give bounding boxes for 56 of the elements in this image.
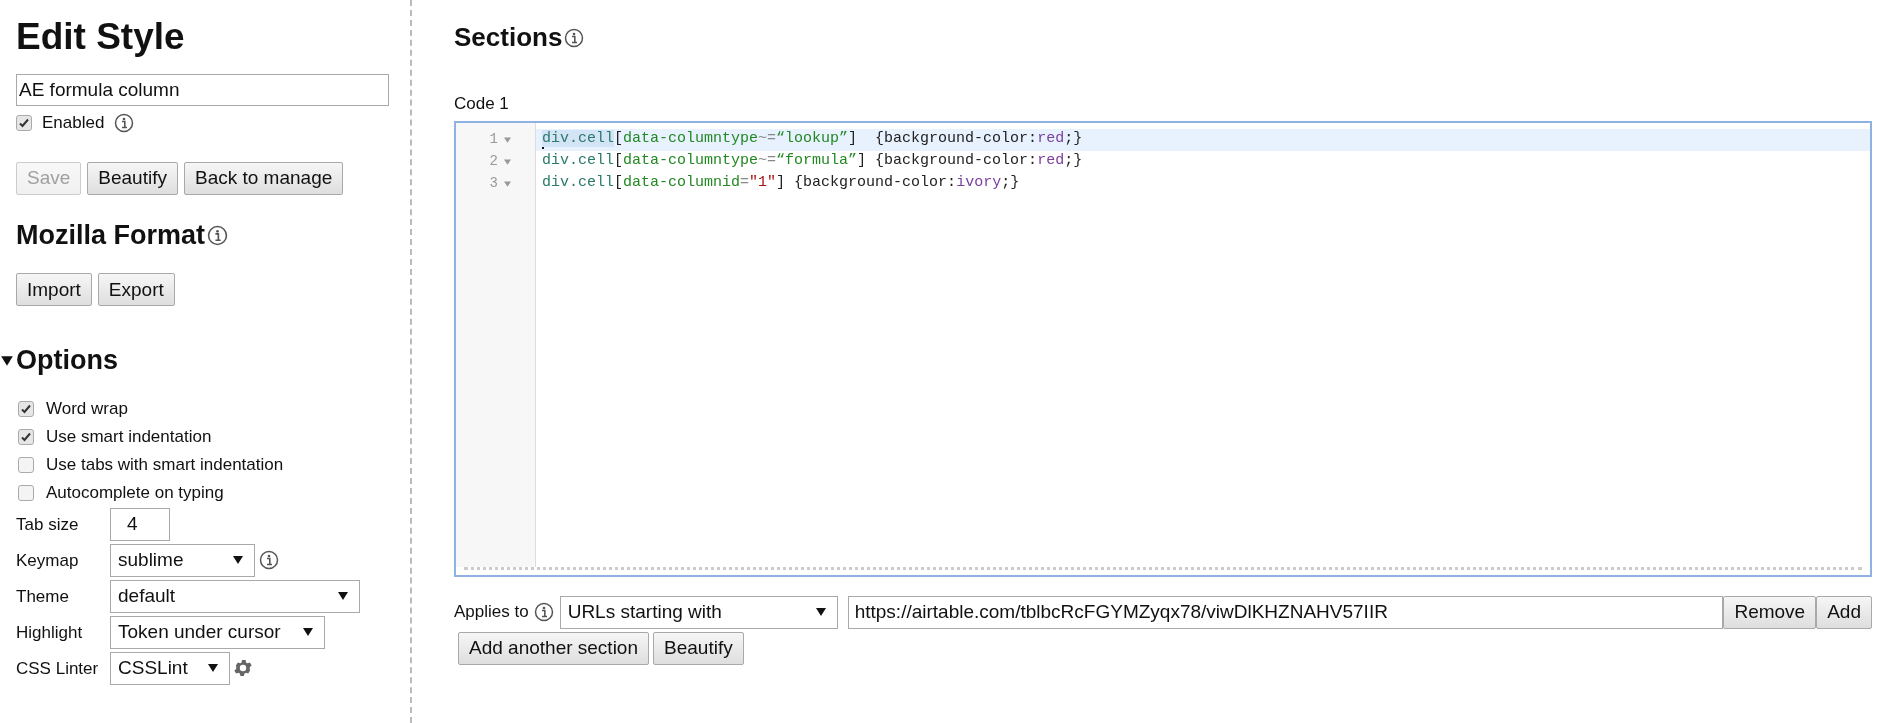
- checkbox[interactable]: [18, 400, 34, 417]
- line-number: 1: [489, 130, 498, 149]
- button[interactable]: Export: [97, 273, 175, 307]
- tab-size-field[interactable]: 4: [110, 507, 170, 541]
- dropdown[interactable]: CSSLint: [110, 651, 230, 685]
- caret-icon: [232, 555, 244, 566]
- button[interactable]: Import: [16, 273, 92, 307]
- section-heading: Mozilla Format: [16, 218, 205, 252]
- button[interactable]: Add another section: [458, 631, 649, 665]
- button[interactable]: Beautify: [653, 631, 744, 665]
- sections-heading: Sections: [454, 21, 563, 54]
- info-icon: [564, 27, 585, 48]
- applies-label: Applies to: [454, 601, 529, 624]
- dropdown[interactable]: URLs starting with: [559, 595, 838, 629]
- info-icon: [533, 602, 554, 622]
- checkbox[interactable]: [18, 484, 34, 501]
- option-label: Autocomplete on typing: [46, 482, 224, 504]
- section-heading[interactable]: Options: [16, 340, 118, 381]
- option-label: Use smart indentation: [46, 426, 212, 448]
- checkbox[interactable]: [18, 428, 34, 445]
- checkbox[interactable]: [18, 456, 34, 473]
- setting-label: Tab size: [16, 513, 80, 536]
- enabled-label: Enabled: [42, 112, 105, 135]
- info-icon: [114, 113, 135, 133]
- caret-icon: [337, 591, 349, 602]
- line-number: 2: [489, 152, 498, 171]
- code-label: Code 1: [454, 93, 509, 115]
- fold-icon[interactable]: [504, 136, 511, 143]
- fold-icon[interactable]: [504, 180, 511, 187]
- fold-icon[interactable]: [504, 158, 511, 165]
- caret-icon[interactable]: [0, 354, 14, 367]
- dropdown[interactable]: Token under cursor: [110, 615, 325, 649]
- setting-label: Highlight: [16, 621, 84, 644]
- info-icon: [259, 550, 279, 571]
- option-label: Use tabs with smart indentation: [46, 454, 284, 476]
- button[interactable]: Add: [1816, 595, 1872, 629]
- button[interactable]: Back to manage: [183, 161, 344, 195]
- caret-icon: [207, 663, 219, 674]
- button[interactable]: Remove: [1723, 595, 1817, 629]
- dropdown[interactable]: default: [110, 579, 360, 613]
- dropdown[interactable]: sublime: [110, 543, 255, 577]
- url-field[interactable]: https://airtable.com/tblbcRcFGYMZyqx78/viwDlKHZNAHV57IIR: [847, 595, 1724, 629]
- option-label: Word wrap: [46, 398, 128, 420]
- setting-label: Theme: [16, 585, 70, 608]
- info-icon: [207, 224, 228, 246]
- code-line: div.cell[data-columnid="1"] {background-color:ivory;}: [542, 173, 1020, 194]
- style-name-field[interactable]: AE formula column: [16, 74, 389, 107]
- checkbox[interactable]: [16, 115, 32, 131]
- button[interactable]: Beautify: [87, 161, 178, 195]
- caret-icon: [814, 607, 827, 617]
- line-number: 3: [489, 174, 498, 193]
- code-line: div.cell[data-columntype~=“formula”] {background-color:red;}: [542, 151, 1083, 172]
- setting-label: CSS Linter: [16, 657, 100, 680]
- page-title: Edit Style: [16, 15, 185, 59]
- setting-label: Keymap: [16, 549, 80, 572]
- caret-icon: [302, 627, 314, 638]
